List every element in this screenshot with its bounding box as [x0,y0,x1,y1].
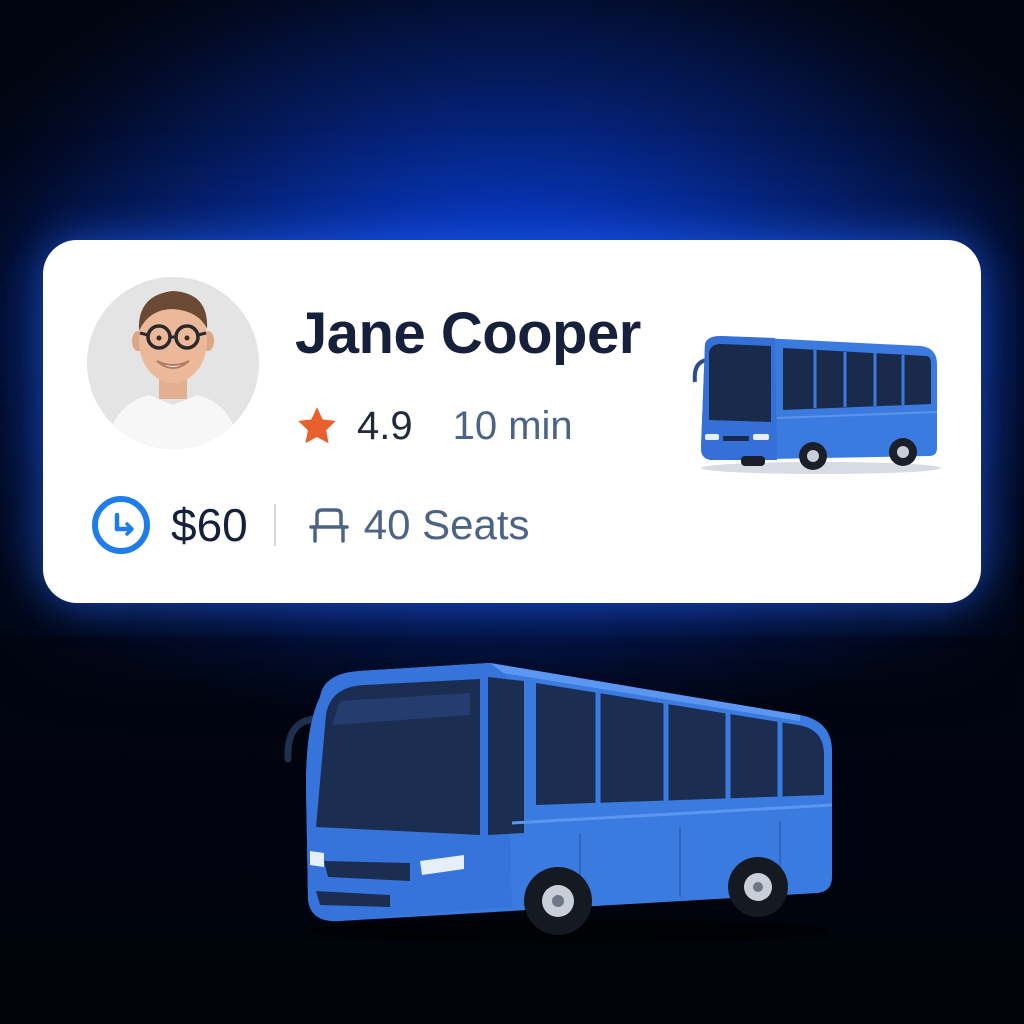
divider [273,504,276,546]
seats-text: 40 Seats [363,501,530,548]
star-icon [298,407,336,444]
driver-avatar [87,277,259,449]
eta-text: 10 min [452,403,573,448]
bus-illustration [284,663,833,943]
seat-icon [309,508,349,543]
ride-option-card[interactable]: Jane Cooper 4.9 10 min $60 40 Seats [43,240,981,603]
rating-row: 4.9 10 min [295,402,573,450]
clock-icon [92,496,150,554]
rating-value: 4.9 [357,403,413,448]
bus-thumbnail [692,336,941,474]
driver-name: Jane Cooper [295,301,641,366]
trip-details-row: $60 40 Seats [91,495,530,555]
price-text: $60 [171,499,248,551]
